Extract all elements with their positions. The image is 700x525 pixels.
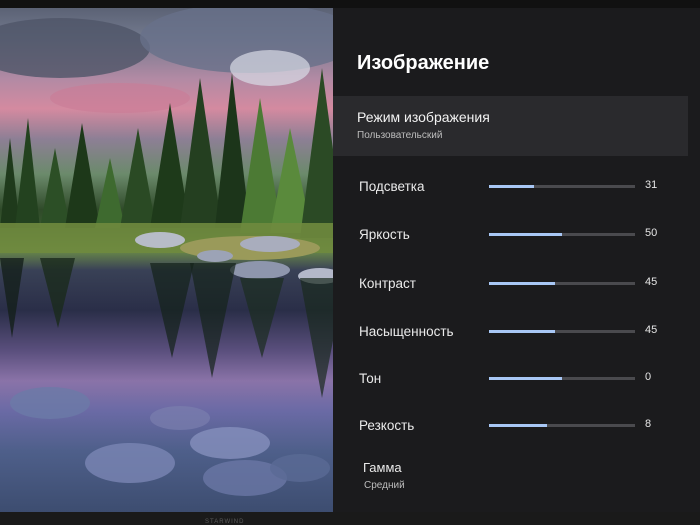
- setting-label: Тон: [359, 371, 382, 386]
- setting-value: 50: [645, 227, 658, 239]
- setting-label: Контраст: [359, 276, 416, 291]
- setting-label: Подсветка: [359, 179, 425, 194]
- brightness-setting[interactable]: Яркость 50: [333, 220, 688, 254]
- sharpness-slider[interactable]: [489, 424, 635, 427]
- backlight-slider[interactable]: [489, 185, 635, 188]
- picture-settings-panel: Изображение Режим изображения Пользовате…: [333, 8, 700, 512]
- setting-value: 45: [645, 276, 658, 288]
- tint-slider[interactable]: [489, 377, 635, 380]
- tv-bezel-bottom: STARWIND: [0, 512, 700, 525]
- panel-edge: [688, 96, 700, 512]
- gamma-value: Средний: [364, 480, 405, 491]
- contrast-slider[interactable]: [489, 282, 635, 285]
- setting-value: 0: [645, 371, 652, 383]
- slider-fill: [489, 377, 562, 380]
- saturation-setting[interactable]: Насыщенность 45: [333, 317, 688, 351]
- setting-label: Насыщенность: [359, 324, 454, 339]
- tv-bezel-top: [0, 0, 700, 8]
- setting-value: 8: [645, 418, 652, 430]
- landscape-illustration: [0, 8, 345, 496]
- slider-fill: [489, 185, 535, 188]
- tint-setting[interactable]: Тон 0: [333, 364, 688, 398]
- sharpness-setting[interactable]: Резкость 8: [333, 411, 688, 445]
- slider-fill: [489, 233, 562, 236]
- picture-mode-value: Пользовательский: [357, 130, 443, 141]
- picture-mode-label: Режим изображения: [357, 109, 490, 125]
- gamma-label: Гамма: [363, 460, 402, 475]
- slider-fill: [489, 424, 548, 427]
- brightness-slider[interactable]: [489, 233, 635, 236]
- picture-mode-item[interactable]: Режим изображения Пользовательский: [333, 96, 688, 156]
- saturation-slider[interactable]: [489, 330, 635, 333]
- setting-value: 45: [645, 324, 658, 336]
- setting-label: Резкость: [359, 418, 415, 433]
- gamma-item[interactable]: Гамма Средний: [333, 454, 688, 502]
- panel-title: Изображение: [357, 52, 490, 74]
- background-photo: [0, 8, 345, 512]
- slider-fill: [489, 282, 555, 285]
- setting-value: 31: [645, 179, 658, 191]
- contrast-setting[interactable]: Контраст 45: [333, 269, 688, 303]
- setting-label: Яркость: [359, 227, 410, 242]
- brand-logo: STARWIND: [205, 519, 245, 525]
- backlight-setting[interactable]: Подсветка 31: [333, 172, 688, 206]
- slider-fill: [489, 330, 555, 333]
